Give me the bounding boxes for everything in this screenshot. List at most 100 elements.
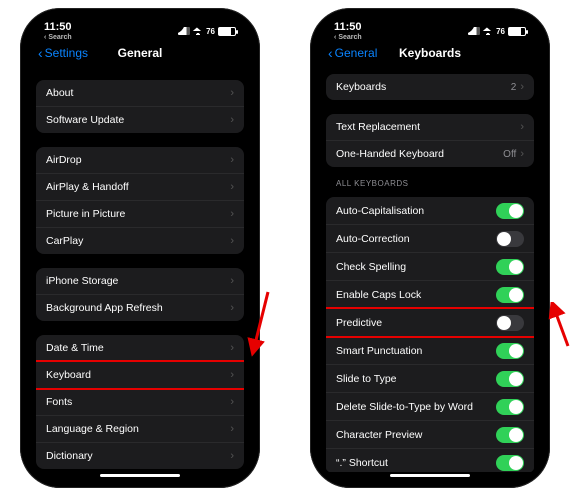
settings-row-keyboard[interactable]: Keyboard› bbox=[36, 361, 244, 388]
row-label: Keyboard bbox=[46, 369, 230, 381]
screen-general: 11:50 ‹ Search 76 ‹ Settings bbox=[28, 16, 252, 480]
toggle-knob bbox=[509, 372, 523, 386]
settings-row-picture-in-picture[interactable]: Picture in Picture› bbox=[36, 200, 244, 227]
toggle-knob bbox=[509, 288, 523, 302]
chevron-left-icon: ‹ bbox=[38, 46, 43, 60]
settings-row-fonts[interactable]: Fonts› bbox=[36, 388, 244, 415]
settings-row-language-region[interactable]: Language & Region› bbox=[36, 415, 244, 442]
chevron-right-icon: › bbox=[230, 114, 234, 126]
toggle-row-auto-capitalisation: Auto-Capitalisation bbox=[326, 197, 534, 224]
settings-row-date-time[interactable]: Date & Time› bbox=[36, 335, 244, 361]
row-label: CarPlay bbox=[46, 235, 230, 247]
nav-back-button[interactable]: ‹ General bbox=[328, 46, 377, 60]
wifi-icon bbox=[193, 27, 203, 35]
chevron-right-icon: › bbox=[230, 423, 234, 435]
toggle-knob bbox=[509, 344, 523, 358]
settings-row-iphone-storage[interactable]: iPhone Storage› bbox=[36, 268, 244, 294]
toggle-switch[interactable] bbox=[496, 427, 524, 443]
nav-back-label: General bbox=[335, 46, 378, 60]
toggle-switch[interactable] bbox=[496, 315, 524, 331]
toggle-knob bbox=[509, 456, 523, 470]
toggle-switch[interactable] bbox=[496, 203, 524, 219]
phone-general: 11:50 ‹ Search 76 ‹ Settings bbox=[20, 8, 260, 488]
chevron-right-icon: › bbox=[230, 87, 234, 99]
chevron-right-icon: › bbox=[230, 302, 234, 314]
row-label: AirDrop bbox=[46, 154, 230, 166]
settings-row-one-handed-keyboard[interactable]: One-Handed KeyboardOff› bbox=[326, 140, 534, 167]
toggle-switch[interactable] bbox=[496, 343, 524, 359]
settings-row-carplay[interactable]: CarPlay› bbox=[36, 227, 244, 254]
row-label: AirPlay & Handoff bbox=[46, 181, 230, 193]
battery-icon bbox=[218, 27, 236, 36]
row-value: Off bbox=[503, 149, 516, 160]
toggle-knob bbox=[509, 428, 523, 442]
settings-row-airdrop[interactable]: AirDrop› bbox=[36, 147, 244, 173]
row-value: 2 bbox=[511, 82, 517, 93]
row-label: Software Update bbox=[46, 114, 230, 126]
toggle-switch[interactable] bbox=[496, 231, 524, 247]
settings-row-about[interactable]: About› bbox=[36, 80, 244, 106]
toggle-switch[interactable] bbox=[496, 399, 524, 415]
nav-back-label: Settings bbox=[45, 46, 88, 60]
row-label: Auto-Correction bbox=[336, 233, 496, 245]
phone-keyboards: 11:50 ‹ Search 76 ‹ General bbox=[310, 8, 550, 488]
row-label: Keyboards bbox=[336, 81, 511, 93]
toggle-knob bbox=[509, 204, 523, 218]
row-label: Slide to Type bbox=[336, 373, 496, 385]
home-indicator[interactable] bbox=[390, 474, 470, 477]
chevron-right-icon: › bbox=[520, 81, 524, 93]
settings-row-keyboards[interactable]: Keyboards2› bbox=[326, 74, 534, 100]
chevron-right-icon: › bbox=[230, 396, 234, 408]
row-label: iPhone Storage bbox=[46, 275, 230, 287]
row-label: About bbox=[46, 87, 230, 99]
row-label: Background App Refresh bbox=[46, 302, 230, 314]
toggle-row-delete-slide-to-type-by-word: Delete Slide-to-Type by Word bbox=[326, 392, 534, 420]
battery-percent: 76 bbox=[206, 27, 215, 36]
settings-content[interactable]: About›Software Update›AirDrop›AirPlay & … bbox=[28, 68, 252, 472]
row-label: Date & Time bbox=[46, 342, 230, 354]
section-header-all-keyboards: ALL KEYBOARDS bbox=[326, 167, 534, 191]
toggle-row-character-preview: Character Preview bbox=[326, 420, 534, 448]
nav-title: General bbox=[118, 46, 163, 60]
chevron-right-icon: › bbox=[230, 369, 234, 381]
toggle-switch[interactable] bbox=[496, 455, 524, 471]
row-label: Delete Slide-to-Type by Word bbox=[336, 401, 496, 413]
chevron-right-icon: › bbox=[230, 181, 234, 193]
notch bbox=[385, 16, 475, 34]
settings-content[interactable]: Keyboards2› Text Replacement›One-Handed K… bbox=[318, 68, 542, 472]
row-label: “.” Shortcut bbox=[336, 457, 496, 469]
chevron-right-icon: › bbox=[230, 342, 234, 354]
status-time: 11:50 bbox=[44, 22, 72, 33]
battery-percent: 76 bbox=[496, 27, 505, 36]
toggle-knob bbox=[509, 260, 523, 274]
toggle-switch[interactable] bbox=[496, 287, 524, 303]
settings-row-dictionary[interactable]: Dictionary› bbox=[36, 442, 244, 469]
home-indicator[interactable] bbox=[100, 474, 180, 477]
settings-row-software-update[interactable]: Software Update› bbox=[36, 106, 244, 133]
status-time: 11:50 bbox=[334, 22, 362, 33]
battery-icon bbox=[508, 27, 526, 36]
nav-back-button[interactable]: ‹ Settings bbox=[38, 46, 88, 60]
toggle-row-check-spelling: Check Spelling bbox=[326, 252, 534, 280]
toggle-knob bbox=[497, 316, 511, 330]
toggle-switch[interactable] bbox=[496, 371, 524, 387]
toggle-row-slide-to-type: Slide to Type bbox=[326, 364, 534, 392]
settings-row-background-app-refresh[interactable]: Background App Refresh› bbox=[36, 294, 244, 321]
row-label: Smart Punctuation bbox=[336, 345, 496, 357]
toggle-row-auto-correction: Auto-Correction bbox=[326, 224, 534, 252]
toggle-row-enable-caps-lock: Enable Caps Lock bbox=[326, 280, 534, 308]
notch bbox=[95, 16, 185, 34]
toggle-switch[interactable] bbox=[496, 259, 524, 275]
row-label: Predictive bbox=[336, 317, 496, 329]
wifi-icon bbox=[483, 27, 493, 35]
toggle-row--shortcut: “.” Shortcut bbox=[326, 448, 534, 472]
nav-bar: ‹ General Keyboards bbox=[318, 40, 542, 66]
nav-bar: ‹ Settings General bbox=[28, 40, 252, 66]
nav-title: Keyboards bbox=[399, 46, 461, 60]
row-label: Fonts bbox=[46, 396, 230, 408]
row-label: Language & Region bbox=[46, 423, 230, 435]
row-label: Auto-Capitalisation bbox=[336, 205, 496, 217]
settings-row-text-replacement[interactable]: Text Replacement› bbox=[326, 114, 534, 140]
row-label: Character Preview bbox=[336, 429, 496, 441]
settings-row-airplay-handoff[interactable]: AirPlay & Handoff› bbox=[36, 173, 244, 200]
